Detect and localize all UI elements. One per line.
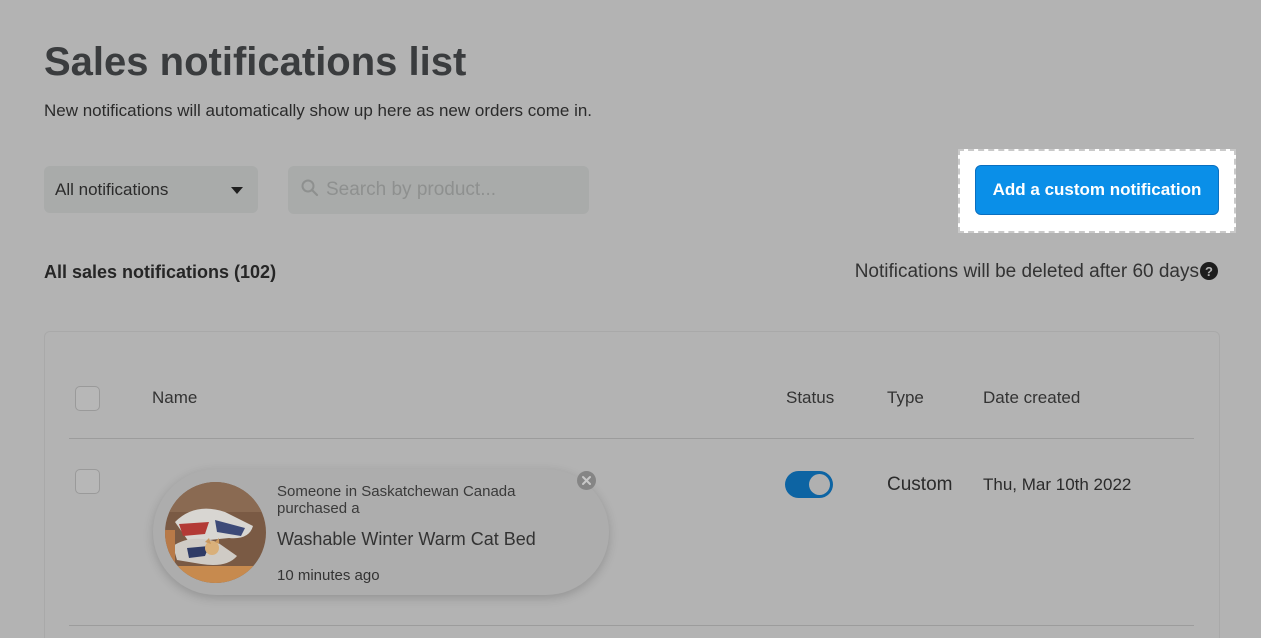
chevron-down-icon <box>231 187 243 194</box>
header-divider <box>69 438 1194 439</box>
page-title: Sales notifications list <box>44 40 467 84</box>
search-box[interactable] <box>288 166 589 214</box>
notification-preview[interactable]: Someone in Saskatchewan Canada purchased… <box>153 469 609 595</box>
date-created-cell: Thu, Mar 10th 2022 <box>983 475 1132 494</box>
search-icon <box>301 179 319 197</box>
notification-time: 10 minutes ago <box>277 567 380 584</box>
column-header-date-created: Date created <box>983 388 1081 407</box>
notifications-count-heading: All sales notifications (102) <box>44 262 277 282</box>
notification-action: purchased a <box>277 500 360 517</box>
search-input[interactable] <box>326 179 576 201</box>
filter-selected-value: All notifications <box>55 179 169 199</box>
status-toggle[interactable] <box>785 471 833 498</box>
notification-filter-dropdown[interactable]: All notifications <box>44 166 258 213</box>
notification-product: Washable Winter Warm Cat Bed <box>277 529 536 549</box>
toggle-knob <box>809 474 830 495</box>
close-icon[interactable] <box>577 471 596 490</box>
column-header-name: Name <box>152 388 198 407</box>
notification-location: Someone in Saskatchewan Canada <box>277 483 516 500</box>
column-header-status: Status <box>786 388 835 407</box>
product-thumbnail <box>165 482 266 583</box>
page-subtitle: New notifications will automatically sho… <box>44 101 593 120</box>
row-divider <box>69 625 1194 626</box>
add-custom-notification-button[interactable]: Add a custom notification <box>975 165 1219 215</box>
page: Sales notifications list New notificatio… <box>0 0 1261 638</box>
help-icon[interactable]: ? <box>1200 262 1218 280</box>
row-checkbox[interactable] <box>75 469 100 494</box>
column-header-type: Type <box>887 388 924 407</box>
retention-note: Notifications will be deleted after 60 d… <box>855 261 1218 283</box>
select-all-checkbox[interactable] <box>75 386 100 411</box>
type-cell: Custom <box>887 474 953 495</box>
retention-note-text: Notifications will be deleted after 60 d… <box>854 261 1199 282</box>
